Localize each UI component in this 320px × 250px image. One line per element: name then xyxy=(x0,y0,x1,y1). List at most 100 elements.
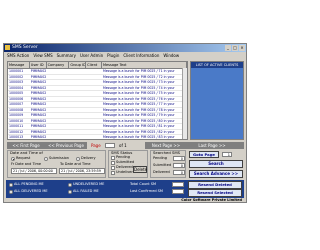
delivery-radio[interactable] xyxy=(76,157,80,161)
menu-item[interactable]: User Admin xyxy=(80,52,103,59)
table-cell xyxy=(47,75,70,80)
submitted-checkbox[interactable] xyxy=(111,161,115,165)
table-cell: PIMMAI02 xyxy=(30,80,47,84)
to-datetime-field[interactable]: 21 / Jul / 2006, 23:59:59 xyxy=(59,168,105,174)
to-datetime-label: To Date and Time xyxy=(60,162,91,166)
column-header[interactable]: Client xyxy=(86,62,102,68)
table-cell xyxy=(69,124,86,129)
last-page-button[interactable]: Last Page >> xyxy=(195,142,229,149)
menu-item[interactable]: Window xyxy=(163,52,179,59)
menu-item[interactable]: Client Information xyxy=(123,52,159,59)
table-cell xyxy=(86,91,102,96)
table-cell xyxy=(47,130,70,135)
searched-submitted-label: Submitted xyxy=(153,163,172,167)
delivered-checkbox[interactable] xyxy=(111,166,115,170)
searched-pending-count: 0 xyxy=(173,156,185,161)
menu-item[interactable]: Plugin xyxy=(107,52,119,59)
table-cell xyxy=(47,69,70,74)
table-cell xyxy=(86,130,102,135)
table-cell: Message is a bunch for PIM 0025 / 76 in … xyxy=(102,96,175,101)
column-header[interactable]: Message Text xyxy=(102,62,187,68)
table-cell: 1000008 xyxy=(9,107,24,112)
table-cell xyxy=(86,113,102,118)
search-advance-button[interactable]: Search Advance >> xyxy=(189,170,243,178)
company-name: Color Software Private Limited xyxy=(181,198,242,202)
table-cell: Message is a bunch for PIM 0025 / 74 in … xyxy=(102,85,175,90)
table-cell: Message is a bunch for PIM 0025 / 78 in … xyxy=(102,107,175,112)
submission-radio[interactable] xyxy=(44,157,48,161)
menu-item[interactable]: SMS Action xyxy=(7,52,29,59)
column-header[interactable]: Company xyxy=(47,62,70,68)
table-row[interactable]: 1000013 PIMMAI02 Message is a bunch for PI… xyxy=(8,135,187,139)
undelivered-checkbox[interactable] xyxy=(111,171,115,175)
page-number-field[interactable] xyxy=(105,143,115,148)
resend-deleted-button[interactable]: Resend Deleted xyxy=(188,181,242,189)
table-cell xyxy=(86,108,102,113)
table-cell xyxy=(86,135,102,139)
search-button[interactable]: Search xyxy=(189,160,243,168)
column-header[interactable]: Message xyxy=(8,62,30,68)
table-cell xyxy=(69,113,86,118)
table-cell xyxy=(86,119,102,124)
menu-item[interactable]: View SMS xyxy=(33,52,52,59)
last-confirmed-field xyxy=(172,189,184,194)
first-page-button[interactable]: << First Page xyxy=(11,142,41,149)
menu-item[interactable]: Summary xyxy=(57,52,76,59)
close-icon[interactable]: × xyxy=(239,45,245,51)
goto-page-label: Goto Page xyxy=(189,151,219,158)
title-bar: SMS Server _ □ × xyxy=(4,44,246,52)
table-cell: PIMMAI02 xyxy=(30,85,47,90)
table-cell: PIMMAI02 xyxy=(30,107,47,112)
window-title: SMS Server xyxy=(12,45,38,50)
submission-label: Submission xyxy=(49,156,70,160)
table-cell xyxy=(69,135,86,139)
table-cell xyxy=(47,97,70,102)
table-cell: Message is a bunch for PIM 0025 / 73 in … xyxy=(102,80,175,84)
searched-sms-title: Searched SMS xyxy=(153,150,181,155)
column-header[interactable]: Group ID xyxy=(69,62,87,68)
active-clients-title: LIST OF ACTIVE CLIENTS xyxy=(191,62,243,68)
table-cell xyxy=(47,102,70,107)
bulk-action-strip: ALL PENDING ME ALL DELIVERED ME UNDELIVE… xyxy=(6,180,244,198)
vertical-scrollbar[interactable] xyxy=(182,68,187,139)
from-datetime-field[interactable]: 21 / Jul / 2006, 00:00:00 xyxy=(11,168,57,174)
all-delivered-radio[interactable] xyxy=(9,190,13,194)
table-cell: Message is a bunch for PIM 0025 / 81 in … xyxy=(102,124,175,128)
table-cell: Message is a bunch for PIM 0025 / 72 in … xyxy=(102,74,175,79)
table-cell xyxy=(47,80,70,85)
table-cell xyxy=(47,91,70,96)
goto-page-field[interactable]: 1 xyxy=(222,152,232,157)
pending-checkbox[interactable] xyxy=(111,156,115,160)
delete-button[interactable]: Delete xyxy=(133,166,147,173)
table-cell: 1000009 xyxy=(9,113,24,117)
previous-page-button[interactable]: << Previous Page xyxy=(47,142,85,149)
table-cell xyxy=(86,75,102,80)
table-cell xyxy=(69,97,86,102)
maximize-icon[interactable]: □ xyxy=(232,45,238,51)
all-pending-radio[interactable] xyxy=(9,183,13,187)
table-cell xyxy=(86,86,102,91)
page-indicator: Page of 1 xyxy=(87,142,145,149)
table-cell: Message is a bunch for PIM 0025 / 79 in … xyxy=(102,113,175,117)
menu-bar: SMS Action View SMS Summary User Admin Plugi… xyxy=(4,52,246,59)
request-radio[interactable] xyxy=(11,157,15,161)
table-cell xyxy=(69,130,86,135)
table-cell: Message is a bunch for PIM 0025 / 77 in … xyxy=(102,102,175,106)
total-count-field xyxy=(172,182,184,187)
undelivered-radio[interactable] xyxy=(68,183,72,187)
all-failed-radio[interactable] xyxy=(68,190,72,194)
column-header[interactable]: User ID xyxy=(30,62,47,68)
table-cell xyxy=(86,69,102,74)
table-cell: PIMMAI02 xyxy=(30,91,47,95)
table-cell: 1000004 xyxy=(9,85,24,90)
searched-submitted-count: 0 xyxy=(173,163,185,168)
status-footer: Color Software Private Limited xyxy=(4,198,246,202)
table-cell xyxy=(86,80,102,85)
table-cell: 1000002 xyxy=(9,74,24,79)
next-page-button[interactable]: Next Page >> xyxy=(149,142,183,149)
date-time-title: Date and Time of xyxy=(10,150,43,155)
minimize-icon[interactable]: _ xyxy=(225,45,231,51)
resend-selected-button[interactable]: Resend Selected xyxy=(188,189,242,197)
table-cell: PIMMAI02 xyxy=(30,96,47,101)
table-cell xyxy=(47,124,70,129)
